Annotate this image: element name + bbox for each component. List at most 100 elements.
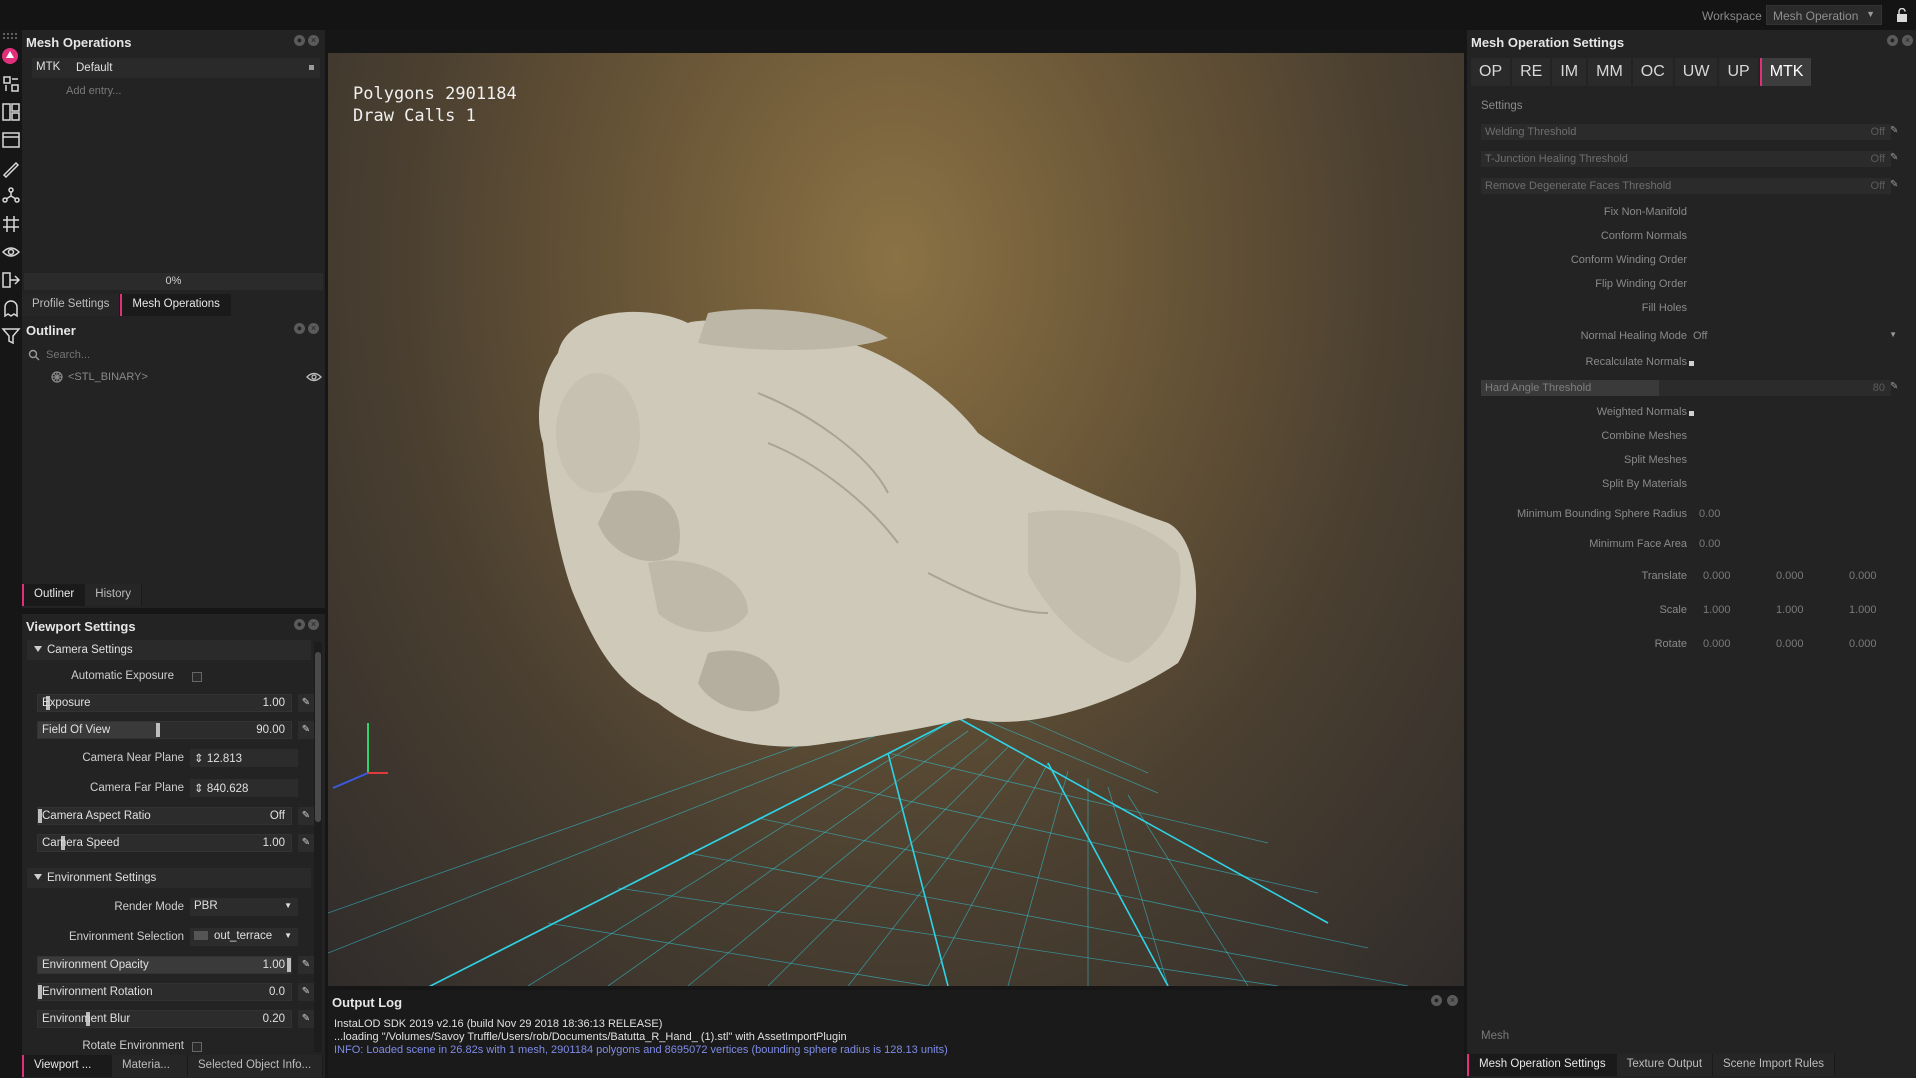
translate-z[interactable]: 0.000 — [1849, 570, 1877, 582]
fov-slider[interactable]: Field Of View 90.00 — [37, 721, 292, 739]
near-plane-field[interactable]: ⇕ 12.813 — [190, 749, 298, 767]
tab-texture-output[interactable]: Texture Output — [1616, 1054, 1714, 1076]
tjunction-threshold-field[interactable]: T-Junction Healing Threshold Off — [1481, 151, 1891, 167]
outliner-item[interactable]: <STL_BINARY> — [42, 368, 322, 386]
rotate-z[interactable]: 0.000 — [1849, 638, 1877, 650]
rotate-x[interactable]: 0.000 — [1703, 638, 1731, 650]
filter-icon[interactable] — [1, 326, 21, 346]
panel-pin-icon[interactable]: ● — [1887, 35, 1898, 46]
edit-pencil-icon[interactable]: ✎ — [298, 694, 314, 712]
instalod-logo-icon[interactable] — [1, 46, 21, 66]
mesh-grid-icon[interactable] — [1, 214, 21, 234]
add-entry-link[interactable]: Add entry... — [66, 85, 121, 97]
profile-entry[interactable]: MTK Default — [32, 58, 320, 78]
tab-up[interactable]: UP — [1719, 58, 1758, 86]
section-label: Environment Settings — [47, 872, 157, 884]
panel-pin-icon[interactable]: ● — [294, 323, 305, 334]
export-icon[interactable] — [1, 270, 21, 290]
tab-history[interactable]: History — [85, 584, 143, 606]
automatic-exposure-checkbox[interactable] — [192, 672, 202, 682]
tab-mtk[interactable]: MTK — [1759, 58, 1812, 86]
edit-pencil-icon[interactable]: ✎ — [298, 834, 314, 852]
tab-oc[interactable]: OC — [1632, 58, 1673, 86]
lock-icon[interactable] — [1896, 8, 1908, 22]
environment-settings-section[interactable]: Environment Settings — [27, 868, 311, 888]
tab-re[interactable]: RE — [1512, 58, 1551, 86]
degenerate-faces-field[interactable]: Remove Degenerate Faces Threshold Off — [1481, 178, 1891, 194]
tab-materials[interactable]: Materia... — [112, 1055, 188, 1077]
edit-pencil-icon[interactable]: ✎ — [298, 807, 314, 825]
edit-pencil-icon[interactable]: ✎ — [298, 983, 314, 1001]
scale-z[interactable]: 1.000 — [1849, 604, 1877, 616]
edit-pencil-icon[interactable]: ✎ — [298, 956, 314, 974]
far-plane-field[interactable]: ⇕ 840.628 — [190, 779, 298, 797]
select-value: PBR — [194, 900, 218, 912]
edit-pencil-icon[interactable]: ✎ — [1890, 381, 1898, 392]
panel-pin-icon[interactable]: ● — [294, 619, 305, 630]
tab-op[interactable]: OP — [1471, 58, 1511, 86]
rotate-environment-checkbox[interactable] — [192, 1042, 202, 1052]
workspace-select[interactable]: Mesh Operation ▼ — [1766, 5, 1882, 25]
camera-settings-section[interactable]: Camera Settings — [27, 640, 311, 660]
scale-x[interactable]: 1.000 — [1703, 604, 1731, 616]
aspect-ratio-slider[interactable]: Camera Aspect Ratio Off — [37, 807, 292, 825]
min-bsphere-value[interactable]: 0.00 — [1699, 508, 1720, 520]
panel-close-icon[interactable]: × — [308, 323, 319, 334]
tab-mesh-operations[interactable]: Mesh Operations — [120, 294, 231, 316]
tab-uw[interactable]: UW — [1674, 58, 1718, 86]
panel-pin-icon[interactable]: ● — [294, 35, 305, 46]
window-icon[interactable] — [1, 130, 21, 150]
visibility-eye-icon[interactable] — [306, 371, 322, 383]
normal-healing-select[interactable]: Off ▼ — [1689, 327, 1899, 343]
env-rotation-slider[interactable]: Environment Rotation 0.0 — [37, 983, 292, 1001]
render-mode-select[interactable]: PBR ▼ — [190, 898, 298, 916]
translate-x[interactable]: 0.000 — [1703, 570, 1731, 582]
panel-close-icon[interactable]: × — [308, 35, 319, 46]
edit-pencil-icon[interactable]: ✎ — [1890, 125, 1898, 136]
env-selection-select[interactable]: out_terrace ▼ — [190, 928, 298, 946]
search-input[interactable] — [44, 346, 314, 364]
layout-icon[interactable] — [1, 102, 21, 122]
hard-angle-field[interactable]: Hard Angle Threshold 80 — [1481, 380, 1891, 396]
edit-pencil-icon[interactable]: ✎ — [1890, 152, 1898, 163]
env-blur-slider[interactable]: Environment Blur 0.20 — [37, 1010, 292, 1028]
tab-im[interactable]: IM — [1552, 58, 1587, 86]
tab-scene-import-rules[interactable]: Scene Import Rules — [1713, 1054, 1836, 1076]
tab-viewport[interactable]: Viewport ... — [22, 1055, 112, 1077]
edit-pencil-icon[interactable]: ✎ — [298, 721, 314, 739]
outliner-search — [24, 346, 323, 364]
panel-close-icon[interactable]: × — [1447, 995, 1458, 1006]
viewport-settings-scrollbar[interactable] — [314, 642, 322, 1052]
weighted-normals-checkbox[interactable] — [1689, 411, 1694, 416]
camera-speed-slider[interactable]: Camera Speed 1.00 — [37, 834, 292, 852]
tab-profile-settings[interactable]: Profile Settings — [22, 294, 121, 316]
min-face-area-value[interactable]: 0.00 — [1699, 538, 1720, 550]
translate-y[interactable]: 0.000 — [1776, 570, 1804, 582]
nodes-icon[interactable] — [1, 186, 21, 206]
panel-pin-icon[interactable]: ● — [1431, 995, 1442, 1006]
slider-label: Exposure — [42, 697, 91, 709]
pencil-icon[interactable] — [1, 158, 21, 178]
3d-viewport[interactable]: Polygons 2901184 Draw Calls 1 — [328, 53, 1464, 986]
welding-threshold-field[interactable]: Welding Threshold Off — [1481, 124, 1891, 140]
scale-y[interactable]: 1.000 — [1776, 604, 1804, 616]
edit-pencil-icon[interactable]: ✎ — [298, 1010, 314, 1028]
tab-outliner[interactable]: Outliner — [22, 584, 86, 606]
scrollbar-thumb[interactable] — [315, 652, 321, 822]
panel-close-icon[interactable]: × — [1902, 35, 1913, 46]
slider-handle[interactable] — [156, 723, 160, 737]
tab-mm[interactable]: MM — [1588, 58, 1631, 86]
recalculate-normals-checkbox[interactable] — [1689, 361, 1694, 366]
panel-close-icon[interactable]: × — [308, 619, 319, 630]
eye-icon[interactable] — [1, 242, 21, 262]
exposure-slider[interactable]: Exposure 1.00 — [37, 694, 292, 712]
tab-mesh-operation-settings[interactable]: Mesh Operation Settings — [1467, 1054, 1617, 1076]
slider-handle[interactable] — [287, 958, 291, 972]
ghost-icon[interactable] — [1, 298, 21, 318]
slider-value: 1.00 — [262, 837, 285, 849]
edit-pencil-icon[interactable]: ✎ — [1890, 179, 1898, 190]
grid-select-icon[interactable] — [1, 74, 21, 94]
tab-selected-object-info[interactable]: Selected Object Info... — [188, 1055, 323, 1077]
env-opacity-slider[interactable]: Environment Opacity 1.00 — [37, 956, 292, 974]
rotate-y[interactable]: 0.000 — [1776, 638, 1804, 650]
